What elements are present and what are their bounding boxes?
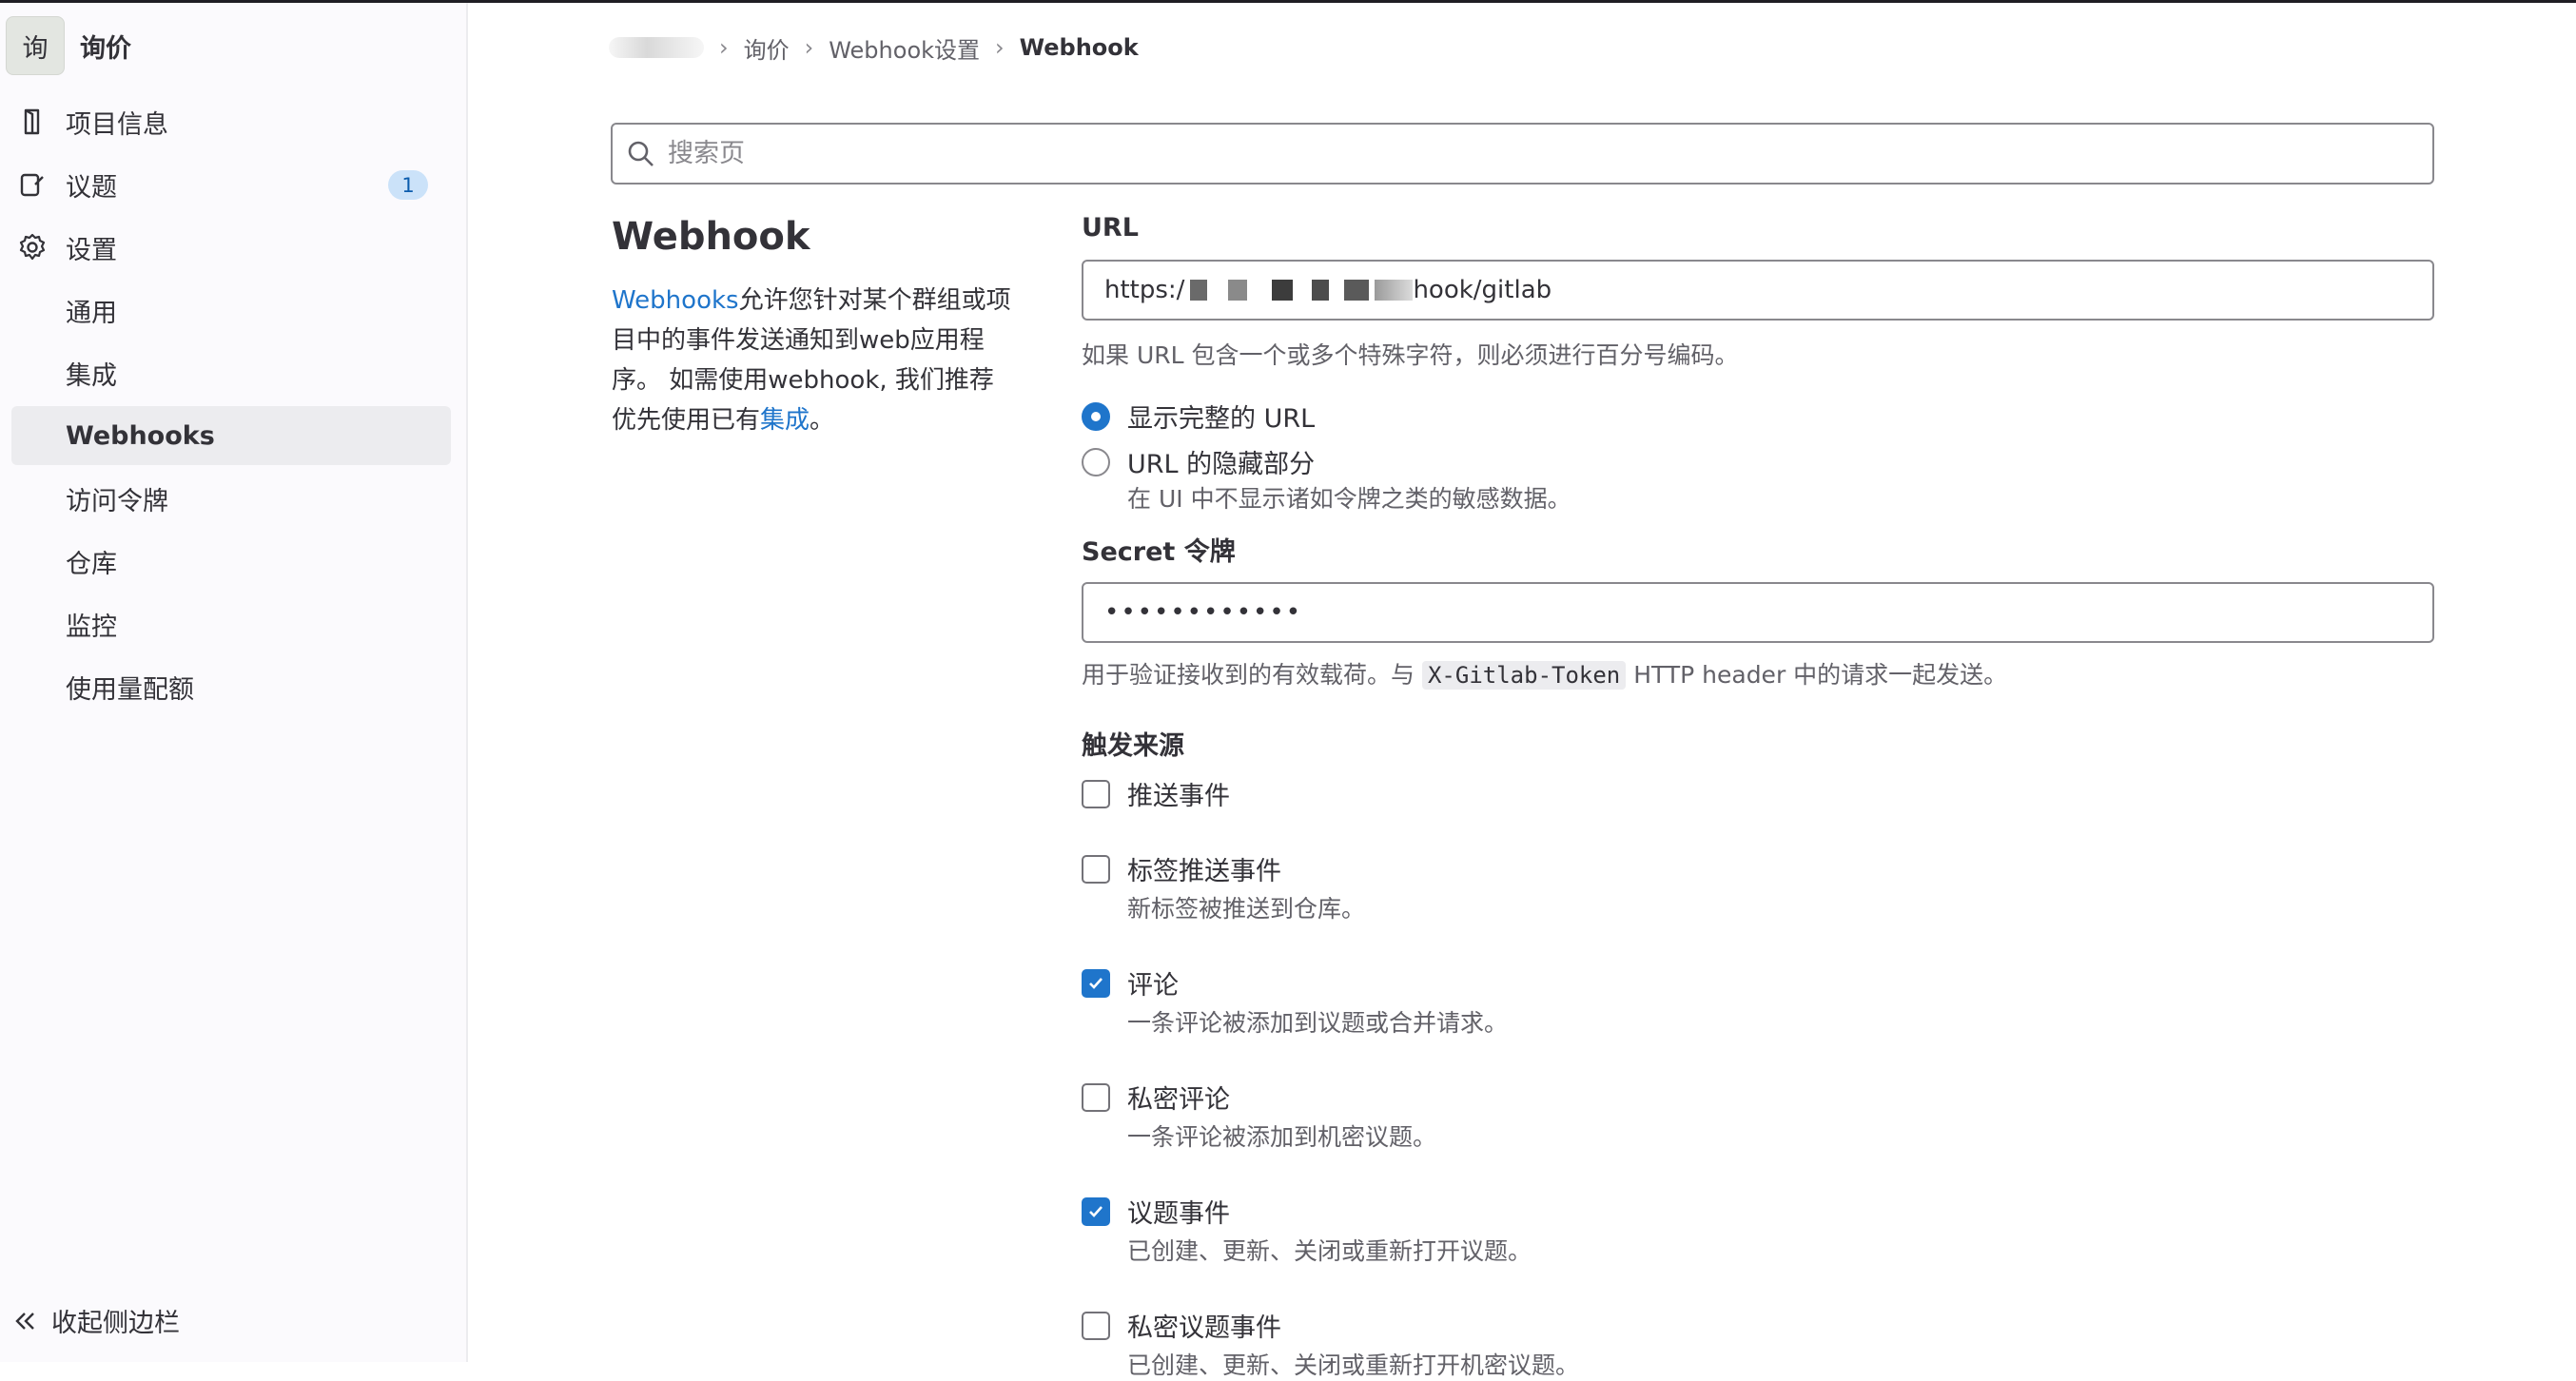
- radio-show-full-url[interactable]: 显示完整的 URL: [1082, 398, 1315, 435]
- collapse-sidebar-button[interactable]: 收起侧边栏: [13, 1302, 180, 1339]
- breadcrumb-item-webhook-settings[interactable]: Webhook设置: [829, 31, 980, 65]
- webhooks-docs-link[interactable]: Webhooks: [612, 286, 739, 315]
- page-title: Webhook: [612, 215, 810, 259]
- redacted-block: [1228, 280, 1248, 301]
- trigger-help: 已创建、更新、关闭或重新打开机密议题。: [1127, 1352, 1580, 1379]
- secret-help-text-2: HTTP header 中的请求一起发送。: [1633, 661, 2008, 689]
- issues-count-badge: 1: [388, 170, 428, 200]
- checkbox-label: 标签推送事件: [1127, 857, 1281, 886]
- trigger-tag-push-events[interactable]: 标签推送事件: [1082, 850, 1281, 887]
- sidebar-item-label: 项目信息: [66, 109, 168, 140]
- redacted-block: [1375, 280, 1414, 301]
- trigger-help: 一条评论被添加到议题或合并请求。: [1127, 1009, 1509, 1037]
- checkbox-label: 议题事件: [1127, 1199, 1230, 1229]
- trigger-help: 已创建、更新、关闭或重新打开议题。: [1127, 1237, 1532, 1265]
- integrations-link[interactable]: 集成: [760, 406, 810, 435]
- description-end: 。: [810, 406, 835, 435]
- sidebar-item-webhooks[interactable]: Webhooks: [11, 406, 451, 465]
- url-help: 如果 URL 包含一个或多个特殊字符，则必须进行百分号编码。: [1082, 341, 1739, 369]
- checkbox[interactable]: [1082, 854, 1110, 884]
- triggers-label: 触发来源: [1082, 731, 1184, 761]
- sidebar-item-integrations[interactable]: 集成: [0, 343, 451, 402]
- sidebar-item-general[interactable]: 通用: [0, 281, 451, 340]
- radio-mask-url[interactable]: URL 的隐藏部分: [1082, 443, 1315, 480]
- secret-header-code: X-Gitlab-Token: [1421, 661, 1627, 690]
- checkbox-checked[interactable]: [1082, 968, 1110, 998]
- url-prefix: https:/: [1104, 276, 1185, 304]
- breadcrumb-item-current: Webhook: [1019, 34, 1139, 61]
- checkmark-icon: [1089, 1205, 1103, 1217]
- trigger-issues-events[interactable]: 议题事件: [1082, 1193, 1230, 1230]
- sidebar-item-usage-quotas[interactable]: 使用量配额: [0, 657, 451, 716]
- project-info-icon: [24, 108, 40, 135]
- url-input[interactable]: https:/ hook/gitlab: [1082, 260, 2434, 321]
- breadcrumb-separator-icon: ›: [804, 34, 814, 61]
- trigger-help: 新标签被推送到仓库。: [1127, 895, 1366, 923]
- sidebar-item-label: 通用: [66, 298, 117, 328]
- page-description: Webhooks允许您针对某个群组或项目中的事件发送通知到web应用程序。 如需…: [612, 281, 1016, 440]
- url-suffix: hook/gitlab: [1413, 276, 1552, 304]
- redacted-block: [1190, 280, 1208, 301]
- checkmark-icon: [1089, 977, 1103, 989]
- sidebar-item-label: 设置: [66, 235, 117, 265]
- sidebar-item-repository[interactable]: 仓库: [0, 532, 451, 591]
- checkbox-checked[interactable]: [1082, 1196, 1110, 1226]
- checkbox-label: 私密议题事件: [1127, 1313, 1281, 1343]
- sidebar-item-access-tokens[interactable]: 访问令牌: [0, 469, 451, 528]
- search-input[interactable]: [668, 139, 2380, 168]
- secret-token-input[interactable]: ••••••••••••: [1082, 582, 2434, 643]
- sidebar-item-settings[interactable]: 设置: [0, 218, 451, 277]
- radio-label: URL 的隐藏部分: [1127, 450, 1316, 479]
- gear-icon: [19, 233, 46, 261]
- trigger-push-events[interactable]: 推送事件: [1082, 775, 1230, 812]
- sidebar-item-issues[interactable]: 议题 1: [0, 155, 451, 214]
- radio-unselected[interactable]: [1082, 447, 1110, 477]
- checkbox[interactable]: [1082, 1082, 1110, 1112]
- double-chevron-left-icon: [15, 1312, 34, 1330]
- project-avatar: 询: [6, 16, 65, 75]
- project-name: 询价: [80, 33, 131, 64]
- checkbox[interactable]: [1082, 1311, 1110, 1340]
- sidebar-item-label: 集成: [66, 360, 117, 391]
- redacted-block: [1312, 280, 1330, 301]
- sidebar-item-monitor[interactable]: 监控: [0, 594, 451, 653]
- issues-icon: [20, 173, 44, 197]
- breadcrumb-redacted-group[interactable]: [609, 37, 704, 58]
- collapse-sidebar-label: 收起侧边栏: [51, 1309, 180, 1338]
- checkbox-label: 私密评论: [1127, 1085, 1230, 1115]
- breadcrumb: › 询价 › Webhook设置 › Webhook: [609, 31, 1139, 65]
- sidebar-item-label: 仓库: [66, 549, 117, 579]
- breadcrumb-separator-icon: ›: [719, 34, 729, 61]
- redacted-block: [1344, 280, 1370, 301]
- checkbox-label: 推送事件: [1127, 782, 1230, 811]
- project-header[interactable]: 询 询价: [6, 16, 131, 75]
- secret-help: 用于验证接收到的有效载荷。与 X-Gitlab-Token HTTP heade…: [1082, 656, 2007, 690]
- trigger-comments[interactable]: 评论: [1082, 964, 1179, 1002]
- sidebar-item-label: 监控: [66, 612, 117, 642]
- radio-selected[interactable]: [1082, 401, 1110, 431]
- trigger-confidential-comments[interactable]: 私密评论: [1082, 1079, 1230, 1116]
- sidebar-item-project-info[interactable]: 项目信息: [0, 92, 451, 151]
- sidebar: 询 询价 项目信息 议题 1 设置 通用 集成 Webhooks 访问令牌 仓库…: [0, 3, 468, 1362]
- checkbox-label: 评论: [1127, 971, 1179, 1001]
- sidebar-item-label: 访问令牌: [66, 486, 168, 516]
- trigger-help: 一条评论被添加到机密议题。: [1127, 1123, 1437, 1151]
- redacted-block: [1272, 280, 1294, 301]
- breadcrumb-separator-icon: ›: [995, 34, 1005, 61]
- search-icon: [628, 141, 654, 166]
- search-box: [611, 123, 2434, 185]
- checkbox[interactable]: [1082, 779, 1110, 808]
- mask-url-help: 在 UI 中不显示诸如令牌之类的敏感数据。: [1127, 485, 1571, 513]
- url-label: URL: [1082, 213, 1139, 243]
- secret-label: Secret 令牌: [1082, 537, 1236, 567]
- sidebar-item-label: 使用量配额: [66, 674, 194, 705]
- secret-help-text: 用于验证接收到的有效载荷。与: [1082, 661, 1415, 689]
- trigger-confidential-issues-events[interactable]: 私密议题事件: [1082, 1307, 1281, 1344]
- radio-label: 显示完整的 URL: [1127, 404, 1316, 434]
- sidebar-item-label: Webhooks: [66, 420, 215, 451]
- breadcrumb-item-project[interactable]: 询价: [744, 31, 790, 65]
- sidebar-item-label: 议题: [66, 172, 117, 203]
